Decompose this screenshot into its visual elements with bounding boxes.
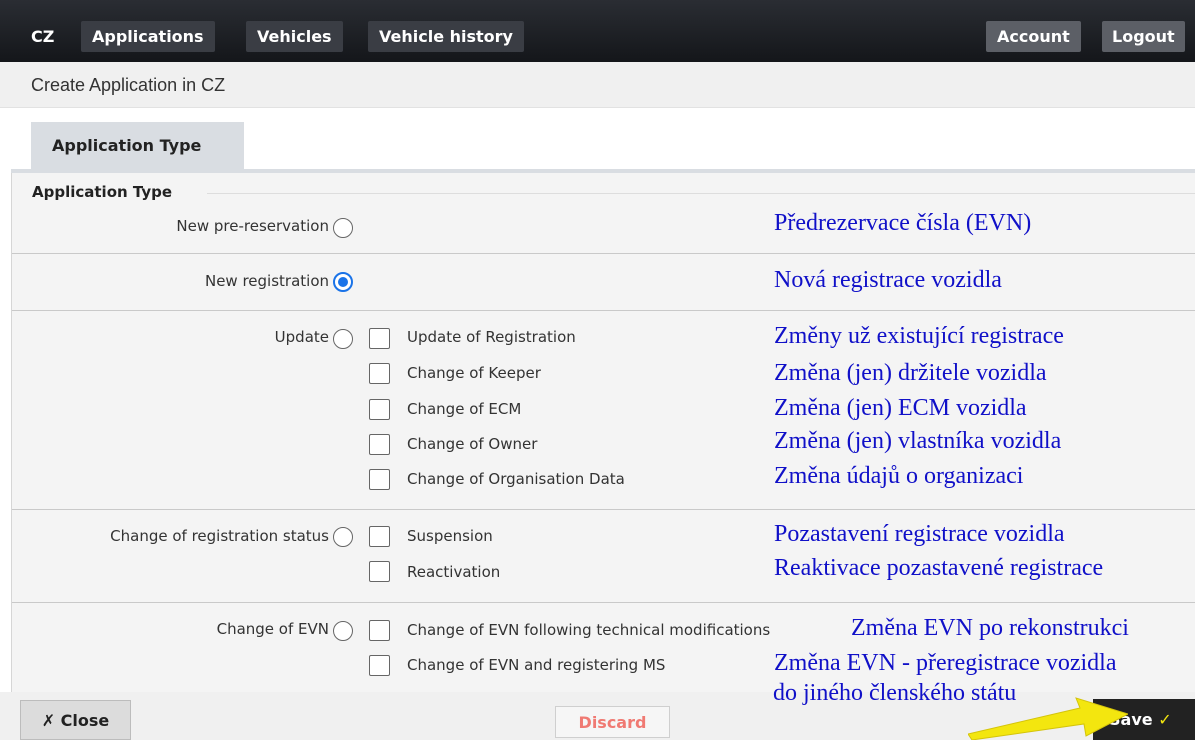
nav-applications[interactable]: Applications <box>81 21 215 52</box>
evn-registering-ms-checkbox[interactable] <box>369 655 390 676</box>
change-of-organisation-data-annotation: Změna údajů o organizaci <box>774 463 1024 489</box>
new-registration-annotation: Nová registrace vozidla <box>774 267 1002 293</box>
change-of-owner-checkbox[interactable] <box>369 434 390 455</box>
evn-registering-ms-annotation: Změna EVN - přeregistrace vozidla <box>774 650 1117 676</box>
group-divider <box>12 310 1195 311</box>
reactivation-label: Reactivation <box>407 563 501 581</box>
evn-technical-modifications-checkbox[interactable] <box>369 620 390 641</box>
evn-registering-ms-label: Change of EVN and registering MS <box>407 656 666 674</box>
application-type-panel: Application Type New pre-reservation Pře… <box>11 173 1195 692</box>
save-button[interactable]: Save ✓ <box>1093 699 1195 740</box>
update-of-registration-annotation: Změny už existující registrace <box>774 323 1064 349</box>
change-of-owner-label: Change of Owner <box>407 435 538 453</box>
suspension-checkbox[interactable] <box>369 526 390 547</box>
registration-status-radio[interactable] <box>333 527 353 547</box>
update-radio[interactable] <box>333 329 353 349</box>
change-of-evn-radio[interactable] <box>333 621 353 641</box>
change-of-ecm-label: Change of ECM <box>407 400 522 418</box>
group-divider <box>12 509 1195 510</box>
evn-technical-modifications-label: Change of EVN following technical modifi… <box>407 621 771 639</box>
discard-button[interactable]: Discard <box>555 706 670 738</box>
group-divider <box>12 602 1195 603</box>
evn-technical-modifications-annotation: Změna EVN po rekonstrukci <box>851 615 1129 641</box>
change-of-organisation-data-checkbox[interactable] <box>369 469 390 490</box>
reactivation-checkbox[interactable] <box>369 561 390 582</box>
pre-reservation-radio[interactable] <box>333 218 353 238</box>
update-label: Update <box>274 328 329 346</box>
change-of-evn-label: Change of EVN <box>216 620 329 638</box>
pre-reservation-annotation: Předrezervace čísla (EVN) <box>774 210 1032 236</box>
reactivation-annotation: Reaktivace pozastavené registrace <box>774 555 1104 581</box>
nav-logout[interactable]: Logout <box>1102 21 1185 52</box>
section-title-rule <box>207 193 1195 194</box>
close-button[interactable]: ✗ Close <box>20 700 131 740</box>
new-registration-radio[interactable] <box>333 272 353 292</box>
page-title: Create Application in CZ <box>31 75 226 95</box>
section-title: Application Type <box>32 183 173 201</box>
page-header: Create Application in CZ <box>0 62 1195 108</box>
nav-vehicles[interactable]: Vehicles <box>246 21 343 52</box>
tab-application-type[interactable]: Application Type <box>31 122 244 170</box>
update-of-registration-label: Update of Registration <box>407 328 576 346</box>
change-of-organisation-data-label: Change of Organisation Data <box>407 470 625 488</box>
suspension-annotation: Pozastavení registrace vozidla <box>774 521 1065 547</box>
change-of-ecm-checkbox[interactable] <box>369 399 390 420</box>
registration-status-label: Change of registration status <box>110 527 329 545</box>
check-icon: ✓ <box>1158 710 1172 729</box>
change-of-keeper-label: Change of Keeper <box>407 364 541 382</box>
nav-cz[interactable]: CZ <box>18 21 67 52</box>
change-of-keeper-checkbox[interactable] <box>369 363 390 384</box>
new-registration-label: New registration <box>204 272 329 290</box>
change-of-owner-annotation: Změna (jen) vlastníka vozidla <box>774 428 1062 454</box>
save-button-label: Save <box>1109 710 1153 729</box>
change-of-keeper-annotation: Změna (jen) držitele vozidla <box>774 360 1047 386</box>
evn-registering-ms-annotation-line2: do jiného členského státu <box>773 680 1017 706</box>
pre-reservation-label: New pre-reservation <box>176 217 329 235</box>
change-of-ecm-annotation: Změna (jen) ECM vozidla <box>774 395 1027 421</box>
nav-account[interactable]: Account <box>986 21 1081 52</box>
top-nav-bar: CZ Applications Vehicles Vehicle history… <box>0 0 1195 62</box>
group-divider <box>12 253 1195 254</box>
update-of-registration-checkbox[interactable] <box>369 328 390 349</box>
suspension-label: Suspension <box>407 527 493 545</box>
nav-vehicle-history[interactable]: Vehicle history <box>368 21 524 52</box>
